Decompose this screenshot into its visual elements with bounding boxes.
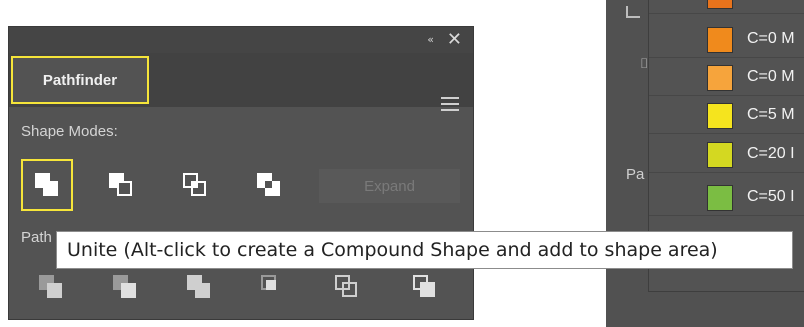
swatch-row[interactable]: C=0 M xyxy=(649,60,804,96)
swatch-label: C=0 M xyxy=(747,68,795,85)
swatch-color xyxy=(707,185,733,211)
panel-side-label: Pa xyxy=(626,166,645,183)
outline-icon[interactable] xyxy=(335,275,359,299)
swatch-color xyxy=(707,142,733,168)
swatch-color xyxy=(707,65,733,91)
swatch-label: C=5 M xyxy=(747,106,795,123)
swatch-row[interactable]: C=20 I xyxy=(649,137,804,173)
unite-icon[interactable] xyxy=(35,173,59,197)
pathfinder-panel: « ✕ Pathfinder Shape Modes: Expand Path xyxy=(8,26,474,320)
swatch-label: C=0 M xyxy=(747,30,795,47)
swatch-label: C=50 I xyxy=(747,188,795,205)
swatch-color xyxy=(707,103,733,129)
trim-icon[interactable] xyxy=(113,275,137,299)
swatch-row[interactable]: C=0 M xyxy=(649,22,804,58)
swatch-label: C=20 I xyxy=(747,145,795,162)
swatch-row-top[interactable] xyxy=(649,0,804,14)
close-panel-icon[interactable]: ✕ xyxy=(447,29,462,50)
crop-icon[interactable] xyxy=(261,275,285,299)
hamburger-menu-icon[interactable] xyxy=(441,97,459,115)
minus-back-icon[interactable] xyxy=(413,275,437,299)
expand-button[interactable]: Expand xyxy=(319,169,460,203)
divide-icon[interactable] xyxy=(39,275,63,299)
swatch-color xyxy=(707,27,733,53)
swatch-color xyxy=(707,0,733,9)
tab-pathfinder[interactable]: Pathfinder xyxy=(11,56,149,104)
intersect-icon[interactable] xyxy=(183,173,207,197)
panel-tab-row: Pathfinder xyxy=(9,53,473,111)
merge-icon[interactable] xyxy=(187,275,211,299)
swatches-panel: ⌷ Pa C=0 M C=0 M C=5 M C=20 I C=50 I xyxy=(606,0,804,327)
swatch-row[interactable]: C=5 M xyxy=(649,98,804,134)
collapse-panel-icon[interactable]: « xyxy=(427,33,434,46)
minus-front-icon[interactable] xyxy=(109,173,133,197)
exclude-icon[interactable] xyxy=(257,173,281,197)
shape-modes-label: Shape Modes: xyxy=(21,123,118,140)
swatch-row[interactable]: C=50 I xyxy=(649,180,804,216)
unite-tooltip: Unite (Alt-click to create a Compound Sh… xyxy=(56,231,793,269)
pathfinders-label: Path xyxy=(21,229,52,246)
panel-corner-icon xyxy=(626,6,640,18)
panel-titlebar[interactable]: « ✕ xyxy=(9,27,473,54)
